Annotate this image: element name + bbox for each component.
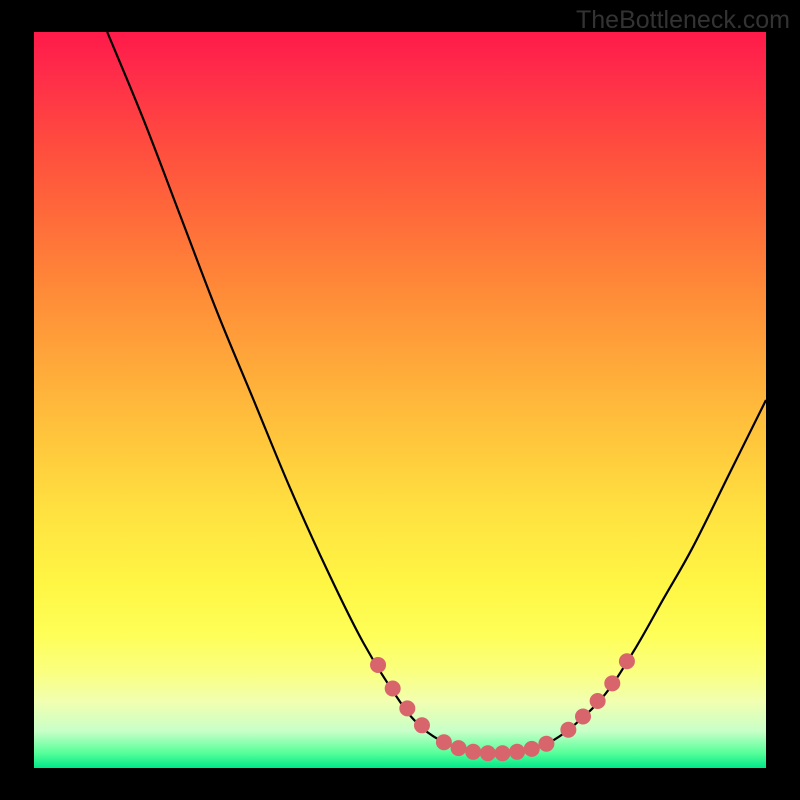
highlight-dot — [575, 708, 591, 724]
highlight-dot — [524, 741, 540, 757]
highlight-dot — [494, 745, 510, 761]
highlight-dot — [619, 653, 635, 669]
highlight-dot — [436, 734, 452, 750]
highlight-dot — [480, 745, 496, 761]
highlight-dot — [604, 675, 620, 691]
bottleneck-curve — [107, 32, 766, 754]
highlight-dot — [590, 693, 606, 709]
highlight-dot — [385, 681, 401, 697]
highlight-dot — [414, 717, 430, 733]
plot-area — [34, 32, 766, 768]
chart-svg — [34, 32, 766, 768]
chart-container: TheBottleneck.com — [0, 0, 800, 800]
highlight-dot — [560, 722, 576, 738]
highlight-dot — [465, 744, 481, 760]
highlight-dot — [451, 740, 467, 756]
highlight-dot — [538, 736, 554, 752]
highlight-dot — [509, 744, 525, 760]
highlight-dots-group — [370, 653, 635, 761]
highlight-dot — [399, 700, 415, 716]
highlight-dot — [370, 657, 386, 673]
watermark-text: TheBottleneck.com — [576, 6, 790, 35]
